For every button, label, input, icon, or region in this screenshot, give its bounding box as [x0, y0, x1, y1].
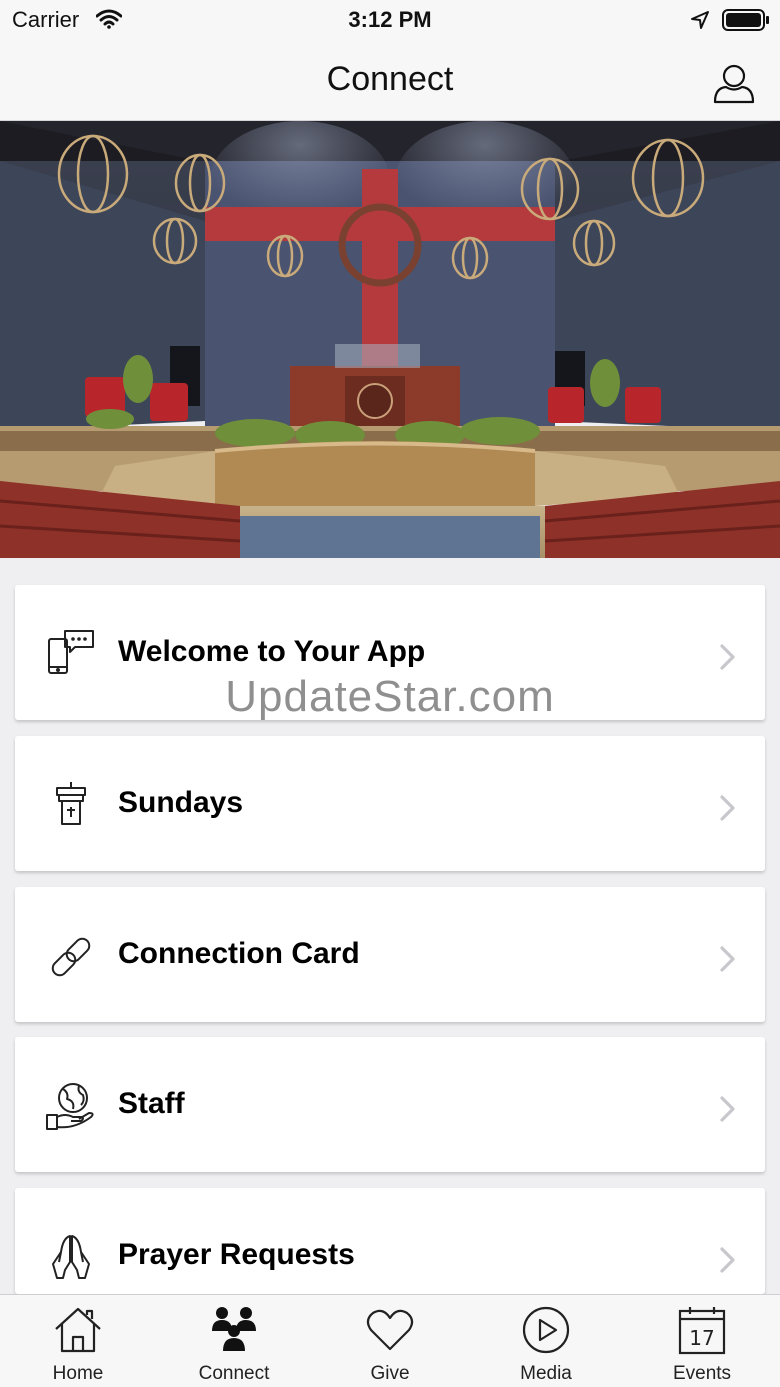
tab-label: Events: [672, 1363, 732, 1384]
people-icon: [209, 1305, 259, 1355]
calendar-icon: 17: [677, 1305, 727, 1355]
location-arrow-icon: [690, 10, 710, 35]
menu-item-prayer-requests[interactable]: Prayer Requests: [15, 1188, 765, 1294]
chevron-right-icon: [719, 945, 737, 973]
tab-give[interactable]: Give: [312, 1295, 468, 1387]
tab-media[interactable]: Media: [468, 1295, 624, 1387]
heart-icon: [365, 1305, 415, 1355]
sanctuary-photo: [0, 121, 780, 558]
globe-hand-icon: [45, 1081, 97, 1133]
menu-item-label: Prayer Requests: [118, 1238, 355, 1271]
status-bar: Carrier 3:12 PM: [0, 0, 780, 40]
page-title: Connect: [326, 60, 454, 98]
chevron-right-icon: [719, 1095, 737, 1123]
praying-hands-icon: [45, 1232, 97, 1284]
menu-item-label: Welcome to Your App: [118, 635, 426, 668]
clock-label: 3:12 PM: [348, 7, 432, 32]
house-icon: [53, 1305, 103, 1355]
menu-item-connection-card[interactable]: Connection Card: [15, 887, 765, 1022]
chevron-right-icon: [719, 643, 737, 671]
tab-label: Home: [52, 1363, 104, 1384]
tab-bar: Home Connect Give Media 17 Events: [0, 1294, 780, 1387]
chevron-right-icon: [719, 794, 737, 822]
chevron-right-icon: [719, 1246, 737, 1274]
tab-events[interactable]: 17 Events: [624, 1295, 780, 1387]
play-icon: [521, 1305, 571, 1355]
menu-item-staff[interactable]: Staff: [15, 1037, 765, 1172]
profile-button[interactable]: [712, 62, 756, 106]
link-icon: [45, 931, 97, 983]
tab-home[interactable]: Home: [0, 1295, 156, 1387]
menu-item-sundays[interactable]: Sundays: [15, 736, 765, 871]
tab-label: Connect: [198, 1363, 270, 1384]
navigation-bar: Connect: [0, 40, 780, 121]
menu-item-label: Staff: [118, 1087, 185, 1120]
person-icon: [713, 64, 755, 104]
tab-connect[interactable]: Connect: [156, 1295, 312, 1387]
tab-label: Give: [370, 1363, 410, 1384]
hero-image: [0, 121, 780, 558]
menu-item-welcome[interactable]: Welcome to Your App: [15, 585, 765, 720]
battery-icon: [722, 9, 770, 36]
pulpit-icon: [45, 780, 97, 832]
tab-label: Media: [520, 1363, 572, 1384]
phone-chat-icon: [45, 629, 97, 681]
menu-item-label: Sundays: [118, 786, 244, 819]
menu-item-label: Connection Card: [118, 937, 360, 970]
calendar-day: 17: [689, 1326, 714, 1350]
